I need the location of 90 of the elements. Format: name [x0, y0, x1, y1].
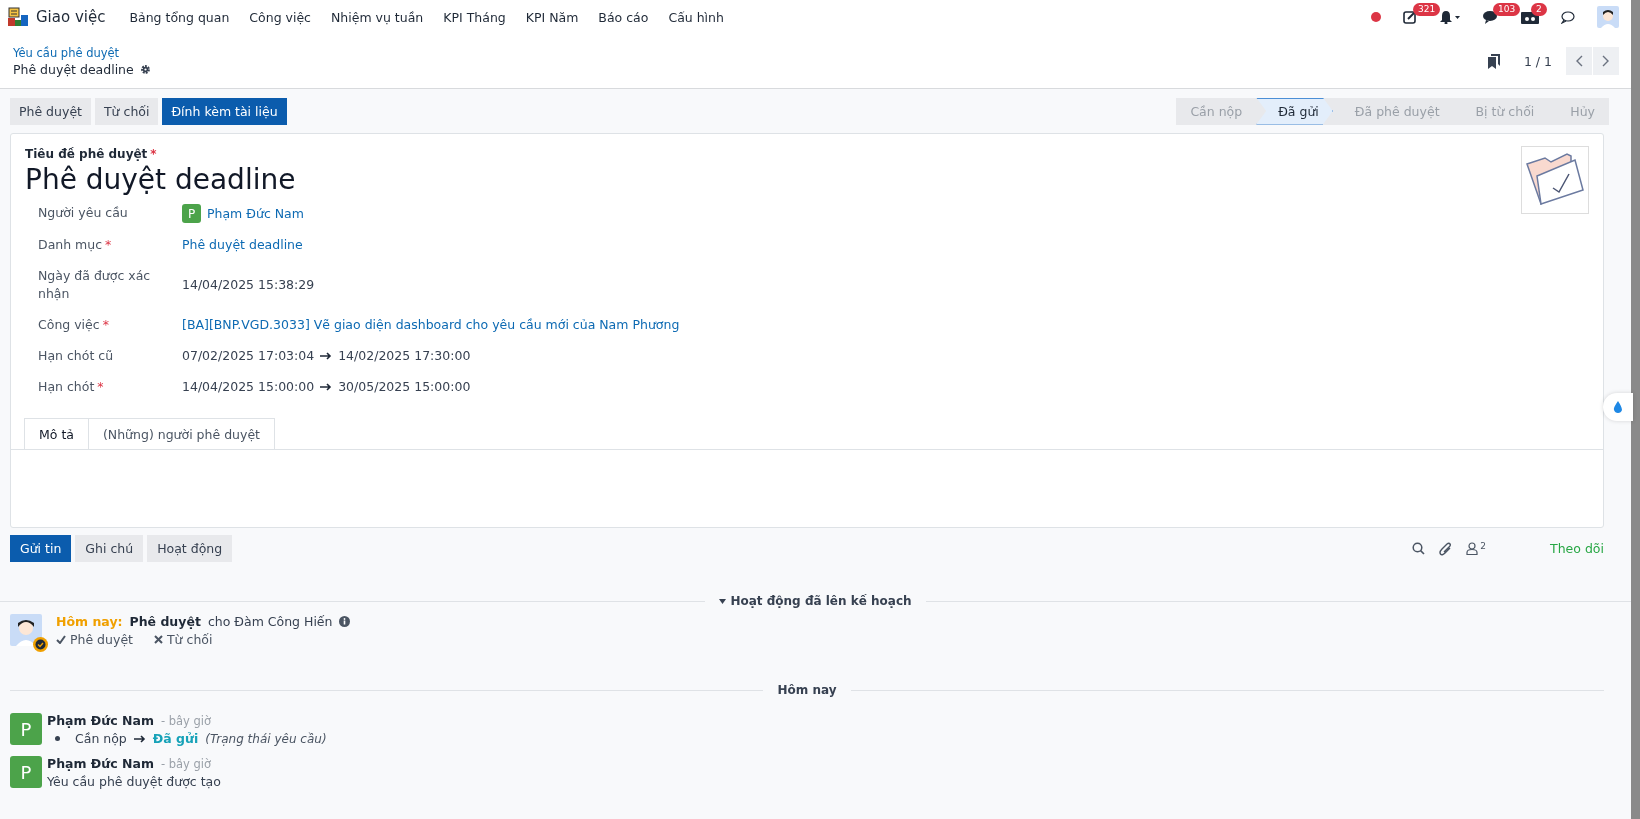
required-mark: * — [97, 379, 104, 394]
breadcrumb-link[interactable]: Yêu cầu phê duyệt — [13, 45, 151, 60]
message-time: - bây giờ — [160, 756, 212, 771]
field-label: Hạn chót — [38, 379, 95, 394]
edit-icon[interactable] — [1403, 10, 1417, 24]
breadcrumb-current: Phê duyệt deadline — [13, 61, 134, 77]
planned-activities-toggle[interactable]: Hoạt động đã lên kế hoạch — [705, 594, 926, 608]
bookmarks-icon[interactable] — [1487, 53, 1500, 69]
field-label: Ngày đã được xác nhận — [38, 268, 151, 301]
status-dot-icon — [1371, 12, 1381, 22]
action-button[interactable]: Phê duyệt — [10, 97, 91, 125]
chevron-left-icon — [1575, 55, 1583, 67]
date-value: 07/02/2025 17:03:04 — [182, 347, 315, 365]
menu-item[interactable]: Cấu hình — [658, 9, 734, 25]
field-label: Công việc — [38, 317, 100, 332]
close-icon — [154, 635, 163, 644]
user-avatar — [10, 614, 42, 646]
speech-bubble-icon[interactable] — [1561, 10, 1575, 24]
info-icon[interactable] — [339, 616, 351, 627]
tracked-field: (Trạng thái yêu cầu) — [205, 731, 327, 746]
action-button[interactable]: Đính kèm tài liệu — [162, 97, 287, 125]
menu-item[interactable]: KPI Tháng — [433, 9, 516, 25]
field-link[interactable]: [BA][BNP.VGD.3033] Vẽ giao diện dashboard cho yêu cầu mới của Nam Phương — [182, 316, 680, 334]
arrow-icon — [320, 383, 333, 391]
menu-item[interactable]: Bảng tổng quan — [119, 9, 240, 25]
paperclip-icon[interactable] — [1439, 541, 1453, 556]
field-link[interactable]: Phê duyệt deadline — [182, 236, 303, 254]
app-logo-icon[interactable] — [8, 7, 28, 27]
bell-icon[interactable] — [1439, 10, 1461, 24]
avatar-initial: P — [182, 204, 201, 223]
activity-action-link[interactable]: Phê duyệt — [56, 632, 133, 647]
droplet-icon — [1612, 400, 1624, 414]
old-value: Cần nộp — [75, 731, 127, 746]
person-icon[interactable] — [1466, 542, 1479, 555]
date-value: 30/05/2025 15:00:00 — [338, 378, 471, 396]
notebook-tab[interactable]: (Những) người phê duyệt — [87, 418, 275, 450]
count-badge: 321 — [1413, 3, 1441, 16]
author-avatar: P — [10, 713, 42, 745]
settings-icon[interactable] — [139, 63, 151, 75]
activity-assignee: cho Đàm Công Hiến — [207, 614, 333, 629]
arrow-icon — [320, 352, 333, 360]
chatter-button[interactable]: Ghi chú — [75, 535, 144, 562]
user-avatar[interactable] — [1597, 6, 1619, 28]
field-label: Người yêu cầu — [38, 205, 128, 220]
follower-count: 2 — [1480, 541, 1487, 551]
search-icon[interactable] — [1412, 542, 1426, 555]
count-badge: 103 — [1493, 3, 1521, 16]
message-author[interactable]: Phạm Đức Nam — [47, 756, 154, 771]
field-label: Danh mục — [38, 237, 103, 252]
check-badge-icon — [33, 637, 48, 652]
required-mark: * — [105, 237, 112, 252]
droplet-button[interactable] — [1603, 393, 1633, 421]
field-label: Hạn chót cũ — [38, 348, 114, 363]
chevron-right-icon — [1602, 55, 1610, 67]
status-stage[interactable]: Đã gửi — [1256, 97, 1333, 125]
activity-type: Phê duyệt — [129, 614, 201, 629]
notebook-tab[interactable]: Mô tả — [24, 418, 89, 450]
field-value: 14/04/2025 15:38:29 — [182, 276, 315, 294]
folder-check-icon — [1521, 146, 1589, 214]
menu-item[interactable]: KPI Năm — [515, 9, 589, 25]
menu-item[interactable]: Báo cáo — [588, 9, 659, 25]
message-time: - bây giờ — [160, 713, 212, 728]
field-label: Tiêu đề phê duyệt — [25, 147, 148, 161]
activity-action-link[interactable]: Từ chối — [154, 632, 213, 647]
required-mark: * — [150, 147, 157, 161]
toolbox-icon[interactable] — [1521, 10, 1539, 24]
check-icon — [56, 635, 66, 644]
pager-value: 1 / 1 — [1523, 53, 1552, 69]
scrollbar[interactable] — [1631, 0, 1640, 819]
chatter-button[interactable]: Hoạt động — [147, 535, 233, 562]
menu-item[interactable]: Công việc — [239, 9, 321, 25]
message-author[interactable]: Phạm Đức Nam — [47, 713, 154, 728]
menu-item[interactable]: Nhiệm vụ tuần — [321, 9, 434, 25]
new-value: Đã gửi — [152, 731, 199, 746]
required-mark: * — [102, 317, 109, 332]
person-link[interactable]: Phạm Đức Nam — [207, 204, 304, 223]
count-badge: 2 — [1531, 3, 1547, 16]
date-value: 14/02/2025 17:30:00 — [338, 347, 471, 365]
author-avatar: P — [10, 756, 42, 788]
activity-date: Hôm nay: — [56, 614, 123, 629]
chatter-button[interactable]: Gửi tin — [10, 535, 72, 562]
date-value: 14/04/2025 15:00:00 — [182, 378, 315, 396]
chat-icon[interactable] — [1483, 10, 1499, 24]
message-body: Yêu cầu phê duyệt được tạo — [47, 774, 221, 789]
caret-icon — [719, 598, 727, 604]
record-title: Phê duyệt deadline — [25, 163, 297, 196]
action-button[interactable]: Từ chối — [95, 97, 159, 125]
date-separator: Hôm nay — [776, 683, 838, 697]
app-name[interactable]: Giao việc — [36, 8, 106, 26]
arrow-icon — [133, 734, 146, 743]
